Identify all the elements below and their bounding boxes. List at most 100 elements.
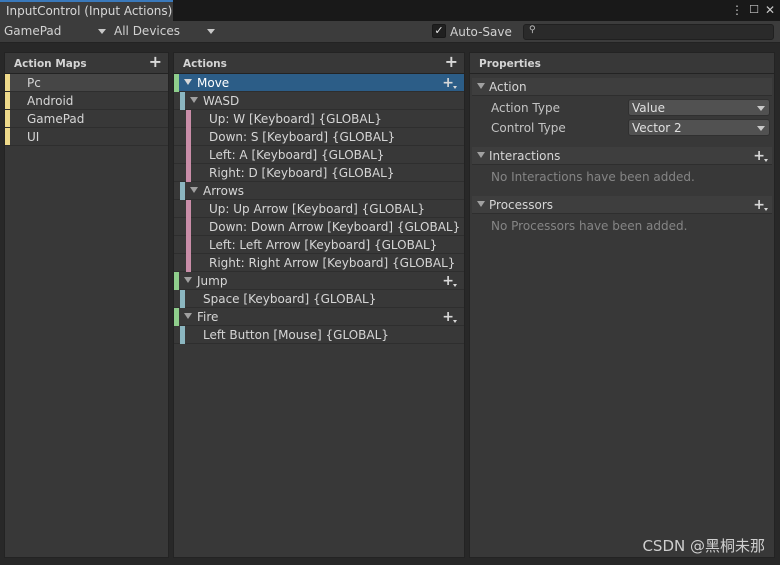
properties-header: Properties bbox=[470, 53, 774, 74]
toolbar: GamePad All Devices ✓ Auto-Save ⚲ bbox=[0, 21, 780, 43]
action-maps-title: Action Maps bbox=[14, 58, 87, 70]
actions-title: Actions bbox=[183, 58, 227, 70]
expand-triangle-icon[interactable] bbox=[184, 313, 192, 319]
binding-color-stripe bbox=[180, 290, 185, 308]
action-section-header[interactable]: Action bbox=[472, 78, 772, 96]
part-row[interactable]: Up: W [Keyboard] {GLOBAL} bbox=[174, 110, 464, 128]
binding-row[interactable]: Left Button [Mouse] {GLOBAL} bbox=[174, 326, 464, 344]
chevron-down-icon bbox=[757, 106, 765, 111]
more-menu-icon[interactable]: ⋮ bbox=[730, 3, 744, 17]
add-binding-icon[interactable]: + bbox=[442, 310, 457, 324]
action-map-item[interactable]: GamePad bbox=[5, 110, 168, 128]
processors-section: Processors + No Processors have been add… bbox=[472, 196, 772, 240]
action-section: Action Action Type Value Control Type Ve… bbox=[472, 78, 772, 148]
part-color-stripe bbox=[186, 218, 191, 236]
action-map-color-stripe bbox=[5, 110, 10, 127]
processors-section-header[interactable]: Processors + bbox=[472, 196, 772, 214]
action-color-stripe bbox=[174, 308, 179, 326]
action-maps-list: Pc Android GamePad UI bbox=[5, 74, 168, 146]
part-row[interactable]: Left: A [Keyboard] {GLOBAL} bbox=[174, 146, 464, 164]
processors-empty-message: No Processors have been added. bbox=[491, 219, 688, 233]
properties-panel: Properties Action Action Type Value Cont… bbox=[469, 52, 775, 558]
action-label: Fire bbox=[197, 310, 219, 324]
part-label: Down: S [Keyboard] {GLOBAL} bbox=[209, 130, 396, 144]
part-color-stripe bbox=[186, 236, 191, 254]
actions-tree: Move + WASD Up: W [Keyboard] {GLOBAL} Down: … bbox=[174, 74, 464, 344]
part-color-stripe bbox=[186, 164, 191, 182]
composite-row[interactable]: Arrows bbox=[174, 182, 464, 200]
part-label: Up: Up Arrow [Keyboard] {GLOBAL} bbox=[209, 202, 426, 216]
part-row[interactable]: Right: Right Arrow [Keyboard] {GLOBAL} bbox=[174, 254, 464, 272]
action-color-stripe bbox=[174, 74, 179, 92]
window-title: InputControl (Input Actions) bbox=[6, 4, 173, 18]
expand-triangle-icon[interactable] bbox=[190, 97, 198, 103]
action-map-item[interactable]: UI bbox=[5, 128, 168, 146]
add-action-map-icon[interactable]: + bbox=[149, 54, 162, 70]
part-row[interactable]: Up: Up Arrow [Keyboard] {GLOBAL} bbox=[174, 200, 464, 218]
expand-triangle-icon bbox=[477, 201, 485, 207]
watermark: CSDN @黑桐未那 bbox=[642, 537, 765, 555]
close-icon[interactable]: ✕ bbox=[763, 3, 777, 17]
part-label: Left: A [Keyboard] {GLOBAL} bbox=[209, 148, 385, 162]
control-type-label: Control Type bbox=[491, 121, 566, 135]
part-color-stripe bbox=[186, 110, 191, 128]
part-color-stripe bbox=[186, 128, 191, 146]
expand-triangle-icon bbox=[477, 152, 485, 158]
composite-color-stripe bbox=[180, 92, 185, 110]
action-color-stripe bbox=[174, 272, 179, 290]
expand-triangle-icon bbox=[477, 83, 485, 89]
composite-row[interactable]: WASD bbox=[174, 92, 464, 110]
part-color-stripe bbox=[186, 200, 191, 218]
search-input[interactable]: ⚲ bbox=[523, 24, 774, 40]
autosave-checkbox[interactable]: ✓ bbox=[432, 24, 446, 38]
part-row[interactable]: Right: D [Keyboard] {GLOBAL} bbox=[174, 164, 464, 182]
actions-panel: Actions + Move + WASD Up: W [Keyboard] {GLO… bbox=[173, 52, 465, 558]
action-map-label: Android bbox=[27, 94, 74, 108]
add-binding-icon[interactable]: + bbox=[442, 274, 457, 288]
action-map-color-stripe bbox=[5, 128, 10, 145]
binding-row[interactable]: Space [Keyboard] {GLOBAL} bbox=[174, 290, 464, 308]
part-color-stripe bbox=[186, 146, 191, 164]
action-label: Jump bbox=[197, 274, 228, 288]
action-row[interactable]: Jump + bbox=[174, 272, 464, 290]
control-scheme-dropdown[interactable]: GamePad bbox=[0, 22, 110, 41]
action-map-label: GamePad bbox=[27, 112, 85, 126]
add-interaction-icon[interactable]: + bbox=[753, 149, 768, 163]
control-type-dropdown[interactable]: Vector 2 bbox=[628, 119, 770, 136]
action-maps-panel: Action Maps + Pc Android GamePad UI bbox=[4, 52, 169, 558]
expand-triangle-icon[interactable] bbox=[184, 277, 192, 283]
action-row[interactable]: Fire + bbox=[174, 308, 464, 326]
action-map-item[interactable]: Pc bbox=[5, 74, 168, 92]
action-map-label: UI bbox=[27, 130, 40, 144]
window-tab[interactable]: InputControl (Input Actions) bbox=[0, 0, 173, 21]
properties-title: Properties bbox=[479, 58, 541, 70]
search-icon: ⚲ bbox=[529, 25, 536, 35]
interactions-section: Interactions + No Interactions have been… bbox=[472, 147, 772, 191]
action-type-dropdown[interactable]: Value bbox=[628, 99, 770, 116]
add-action-icon[interactable]: + bbox=[445, 54, 458, 70]
devices-dropdown[interactable]: All Devices bbox=[110, 22, 219, 41]
interactions-empty-message: No Interactions have been added. bbox=[491, 170, 695, 184]
chevron-down-icon bbox=[207, 29, 215, 34]
add-binding-icon[interactable]: + bbox=[442, 76, 457, 90]
binding-label: Left Button [Mouse] {GLOBAL} bbox=[203, 328, 389, 342]
processors-section-title: Processors bbox=[489, 198, 554, 212]
action-row[interactable]: Move + bbox=[174, 74, 464, 92]
part-row[interactable]: Down: S [Keyboard] {GLOBAL} bbox=[174, 128, 464, 146]
add-processor-icon[interactable]: + bbox=[753, 198, 768, 212]
action-label: Move bbox=[197, 76, 230, 90]
action-map-color-stripe bbox=[5, 92, 10, 109]
part-row[interactable]: Left: Left Arrow [Keyboard] {GLOBAL} bbox=[174, 236, 464, 254]
part-row[interactable]: Down: Down Arrow [Keyboard] {GLOBAL} bbox=[174, 218, 464, 236]
maximize-icon[interactable]: ☐ bbox=[747, 3, 761, 17]
composite-label: WASD bbox=[203, 94, 240, 108]
part-label: Down: Down Arrow [Keyboard] {GLOBAL} bbox=[209, 220, 461, 234]
expand-triangle-icon[interactable] bbox=[184, 79, 192, 85]
action-section-title: Action bbox=[489, 80, 527, 94]
action-map-item[interactable]: Android bbox=[5, 92, 168, 110]
actions-header: Actions + bbox=[174, 53, 464, 74]
part-label: Left: Left Arrow [Keyboard] {GLOBAL} bbox=[209, 238, 438, 252]
action-type-label: Action Type bbox=[491, 101, 560, 115]
expand-triangle-icon[interactable] bbox=[190, 187, 198, 193]
interactions-section-header[interactable]: Interactions + bbox=[472, 147, 772, 165]
